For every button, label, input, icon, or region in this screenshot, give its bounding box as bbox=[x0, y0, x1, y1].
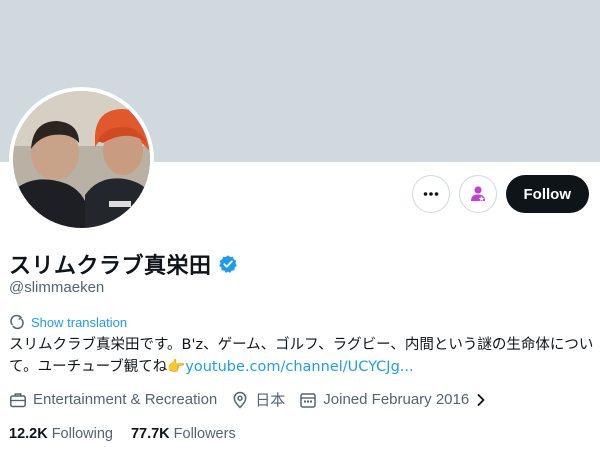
category-text: Entertainment & Recreation bbox=[33, 391, 218, 408]
display-name: スリムクラブ真栄田 bbox=[9, 254, 212, 279]
location-text: 日本 bbox=[255, 392, 286, 409]
following-count-link[interactable]: 12.2K Following bbox=[9, 426, 113, 442]
following-label: Following bbox=[51, 426, 113, 442]
show-translation-label: Show translation bbox=[31, 314, 128, 330]
more-icon bbox=[423, 192, 438, 196]
following-count: 12.2K bbox=[9, 426, 48, 442]
profile-bio: スリムクラブ真栄田です。B'z、ゲーム、ゴルフ、ラグビー、内間という謎の生命体に… bbox=[9, 334, 594, 378]
verified-badge-icon[interactable] bbox=[218, 254, 238, 274]
calendar-icon bbox=[300, 392, 317, 408]
followers-count-link[interactable]: 77.7K Followers bbox=[131, 426, 236, 442]
meta-category: Entertainment & Recreation bbox=[9, 391, 217, 409]
profile-actions: Follow bbox=[411, 175, 589, 213]
location-pin-icon bbox=[233, 391, 247, 409]
avatar-photo-illustration bbox=[13, 91, 150, 228]
show-translation-link[interactable]: Show translation bbox=[9, 314, 127, 330]
profile-name-row: スリムクラブ真栄田 bbox=[9, 248, 238, 280]
joined-text: Joined February 2016 bbox=[323, 391, 470, 408]
profile-meta: Entertainment & Recreation 日本 Joined Feb… bbox=[9, 389, 487, 410]
translate-icon bbox=[10, 314, 24, 330]
more-button[interactable] bbox=[411, 175, 450, 213]
profile-handle: @slimmaeken bbox=[9, 279, 105, 296]
subscribe-icon bbox=[470, 186, 485, 201]
bio-link[interactable]: youtube.com/channel/UCYCJg... bbox=[185, 359, 413, 375]
chevron-right-icon bbox=[477, 393, 485, 406]
followers-label: Followers bbox=[173, 426, 236, 442]
briefcase-icon bbox=[10, 392, 26, 407]
followers-count: 77.7K bbox=[130, 426, 170, 442]
meta-joined[interactable]: Joined February 2016 bbox=[299, 391, 487, 409]
avatar-photo bbox=[13, 91, 150, 228]
avatar[interactable] bbox=[9, 87, 154, 232]
follow-counts: 12.2K Following 77.7K Followers bbox=[9, 426, 236, 442]
follow-button[interactable]: Follow bbox=[505, 175, 589, 213]
meta-location: 日本 bbox=[231, 389, 285, 410]
subscribe-button[interactable] bbox=[458, 175, 497, 213]
